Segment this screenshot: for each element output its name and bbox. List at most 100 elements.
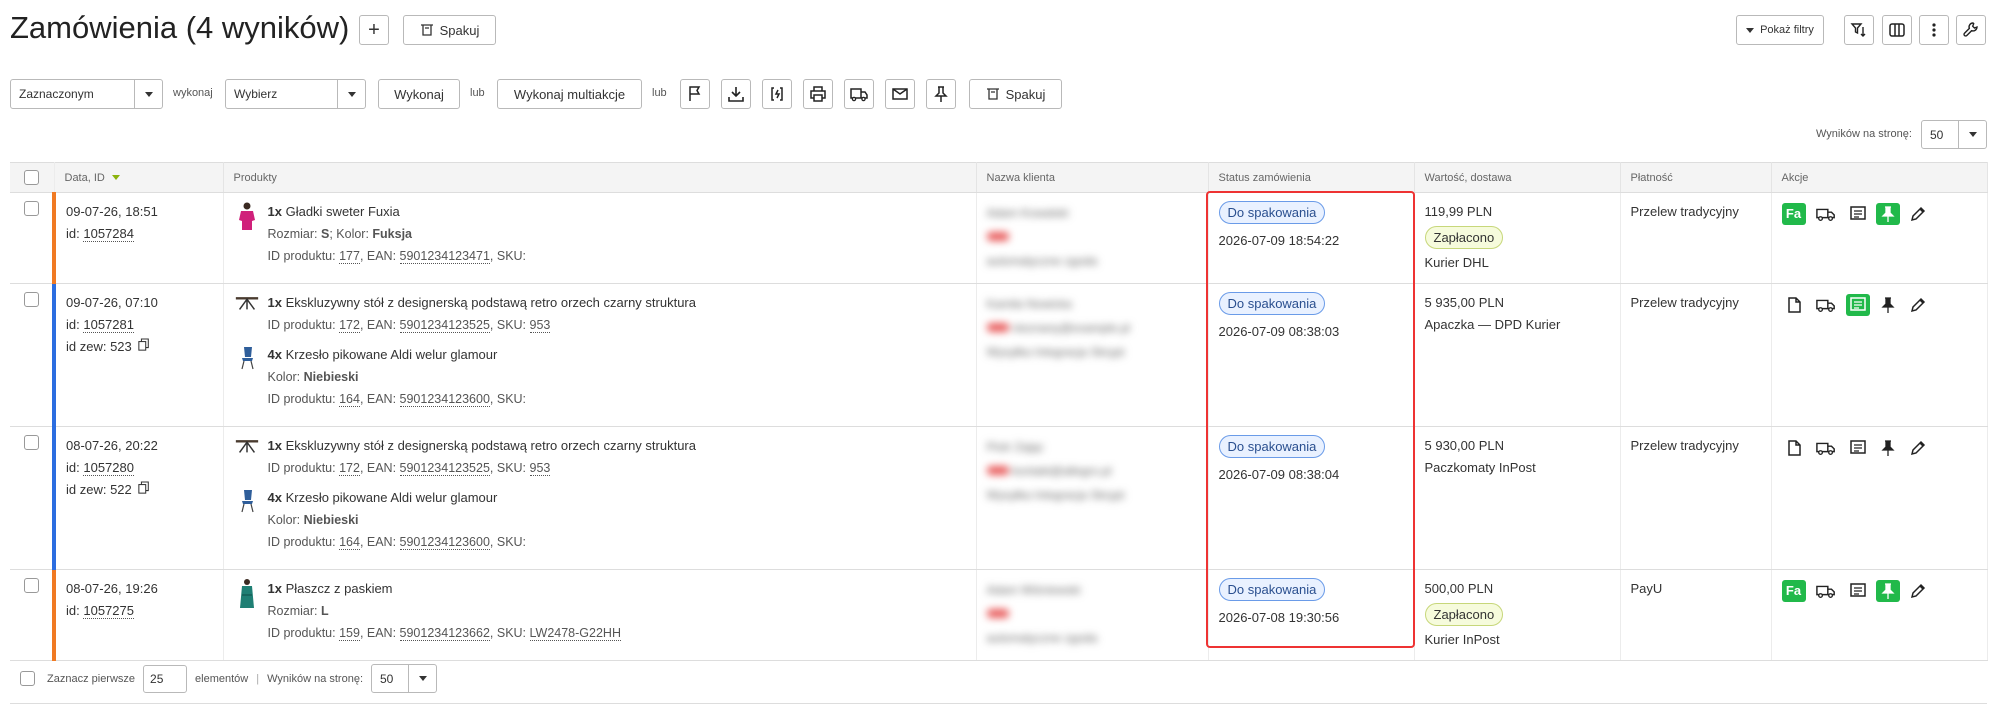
date-id-cell: 09-07-26, 07:10 id: 1057281 id zew: 523 xyxy=(52,283,224,427)
truck-icon[interactable] xyxy=(1812,294,1840,316)
delivery-method: Kurier InPost xyxy=(1424,632,1500,647)
action-select[interactable]: Wybierz xyxy=(225,79,366,109)
status-badge[interactable]: Do spakowania xyxy=(1218,435,1326,458)
pin-button[interactable] xyxy=(926,79,956,109)
row-checkbox[interactable] xyxy=(23,578,39,593)
external-id: 523 xyxy=(110,339,132,354)
copy-icon[interactable] xyxy=(138,481,150,498)
row-select-cell[interactable] xyxy=(10,283,55,427)
columns-button[interactable] xyxy=(1882,15,1912,45)
truck-icon[interactable] xyxy=(1812,437,1840,459)
product-name[interactable]: Gładki sweter Fuxia xyxy=(286,204,400,219)
pack-button[interactable]: Spakuj xyxy=(969,79,1062,109)
table-row[interactable]: 08-07-26, 19:26 id: 1057275 1x Płaszcz z p… xyxy=(10,569,1988,661)
execute-button[interactable]: Wykonaj xyxy=(378,79,460,109)
email-button[interactable] xyxy=(885,79,915,109)
row-select-cell[interactable] xyxy=(10,426,55,570)
note-icon[interactable] xyxy=(1846,203,1870,225)
more-options-button[interactable] xyxy=(1919,15,1949,45)
add-order-button[interactable]: + xyxy=(359,15,389,45)
date-id-cell: 08-07-26, 19:26 id: 1057275 xyxy=(52,569,224,661)
copy-icon[interactable] xyxy=(138,338,150,355)
table-row[interactable]: 08-07-26, 20:22 id: 1057280 id zew: 522 1x … xyxy=(10,426,1988,570)
col-date-id[interactable]: Data, ID xyxy=(54,162,224,193)
invoice-fa-icon[interactable]: Fa xyxy=(1781,580,1806,602)
select-first-checkbox[interactable] xyxy=(20,671,35,686)
select-first-input[interactable]: 25 xyxy=(143,664,188,693)
pushpin-icon[interactable] xyxy=(1876,437,1900,459)
pushpin-icon[interactable] xyxy=(1876,294,1900,316)
filter-sort-button[interactable] xyxy=(1844,15,1874,45)
status-badge[interactable]: Do spakowania xyxy=(1218,201,1326,224)
invoice-fa-icon[interactable]: Fa xyxy=(1781,203,1806,225)
table-row[interactable]: 09-07-26, 18:51 id: 1057284 1x Gładki swet… xyxy=(10,192,1988,284)
order-id-link[interactable]: 1057284 xyxy=(83,226,134,242)
payment-cell: PayU xyxy=(1620,569,1772,661)
selection-scope-select[interactable]: Zaznaczonym xyxy=(10,79,163,109)
col-value-delivery[interactable]: Wartość, dostawa xyxy=(1414,162,1621,193)
order-value: 500,00 PLN xyxy=(1424,581,1494,596)
pushpin-icon[interactable] xyxy=(1875,203,1900,225)
col-status[interactable]: Status zamówienia xyxy=(1208,162,1415,193)
product-id: 172 xyxy=(339,318,360,333)
document-icon[interactable] xyxy=(1782,294,1806,316)
status-badge[interactable]: Do spakowania xyxy=(1218,578,1326,601)
col-products[interactable]: Produkty xyxy=(223,162,977,193)
order-id-link[interactable]: 1057281 xyxy=(83,317,134,333)
row-checkbox[interactable] xyxy=(23,201,39,216)
order-date: 08-07-26, 19:26 xyxy=(66,581,158,596)
table-footer: Zaznacz pierwsze 25 elementów | Wyników … xyxy=(10,664,1987,693)
note-icon[interactable] xyxy=(1845,294,1870,316)
truck-icon[interactable] xyxy=(1812,203,1840,225)
status-badge[interactable]: Do spakowania xyxy=(1218,292,1326,315)
document-icon[interactable] xyxy=(1782,437,1806,459)
row-select-cell[interactable] xyxy=(10,569,55,661)
product-name[interactable]: Ekskluzywny stół z designerską podstawą … xyxy=(286,295,696,310)
per-page-select-bottom[interactable]: 50 xyxy=(371,664,437,693)
table-row[interactable]: 09-07-26, 07:10 id: 1057281 id zew: 523 1x … xyxy=(10,283,1988,427)
edit-pencil-icon[interactable] xyxy=(1906,580,1930,602)
pushpin-icon[interactable] xyxy=(1875,580,1900,602)
col-payment[interactable]: Płatność xyxy=(1620,162,1772,193)
product-name[interactable]: Krzesło pikowane Aldi welur glamour xyxy=(286,347,498,362)
row-checkbox[interactable] xyxy=(23,292,39,307)
download-button[interactable] xyxy=(721,79,751,109)
show-filters-button[interactable]: Pokaż filtry xyxy=(1736,15,1824,45)
note-icon[interactable] xyxy=(1846,437,1870,459)
client-note: Wysyłka Integracja Skrypt xyxy=(986,345,1125,359)
row-checkbox[interactable] xyxy=(23,435,39,450)
truck-icon[interactable] xyxy=(1812,580,1840,602)
delivery-method: Kurier DHL xyxy=(1424,255,1489,270)
sync-button[interactable] xyxy=(762,79,792,109)
settings-button[interactable] xyxy=(1956,15,1986,45)
client-cell: Adam Wiśniewski automatyczne zgoda xyxy=(976,569,1209,661)
order-id-link[interactable]: 1057275 xyxy=(83,603,134,619)
row-select-cell[interactable] xyxy=(10,192,55,284)
id-label: id: xyxy=(66,317,80,332)
product-name[interactable]: Płaszcz z paskiem xyxy=(286,581,393,596)
per-page-select-top[interactable]: 50 xyxy=(1921,120,1987,149)
edit-pencil-icon[interactable] xyxy=(1906,294,1930,316)
col-client[interactable]: Nazwa klienta xyxy=(976,162,1209,193)
note-icon[interactable] xyxy=(1846,580,1870,602)
client-info-blurred: Kamila Nowicka nieznany@example.pl Wysyłk… xyxy=(986,292,1198,364)
edit-pencil-icon[interactable] xyxy=(1906,203,1930,225)
product-name[interactable]: Krzesło pikowane Aldi welur glamour xyxy=(286,490,498,505)
multi-action-button[interactable]: Wykonaj multiakcje xyxy=(497,79,642,109)
client-name: Kamila Nowicka xyxy=(986,297,1072,311)
print-button[interactable] xyxy=(803,79,833,109)
flag-button[interactable] xyxy=(680,79,710,109)
product-thumbnail xyxy=(234,344,260,374)
order-id-link[interactable]: 1057280 xyxy=(83,460,134,476)
product-name[interactable]: Ekskluzywny stół z designerską podstawą … xyxy=(286,438,696,453)
pack-header-button[interactable]: Spakuj xyxy=(403,15,496,45)
table-header-row: Data, ID Produkty Nazwa klienta Status z… xyxy=(10,162,1988,193)
vertical-dots-icon xyxy=(1932,23,1936,37)
footer-divider xyxy=(10,703,1987,704)
product-identifiers: ID produktu: 164, EAN: 5901234123600, SK… xyxy=(267,535,527,550)
select-all-cell[interactable] xyxy=(10,162,55,193)
shipping-button[interactable] xyxy=(844,79,874,109)
edit-pencil-icon[interactable] xyxy=(1906,437,1930,459)
caret-down-icon xyxy=(408,665,436,692)
select-all-checkbox[interactable] xyxy=(24,170,40,185)
